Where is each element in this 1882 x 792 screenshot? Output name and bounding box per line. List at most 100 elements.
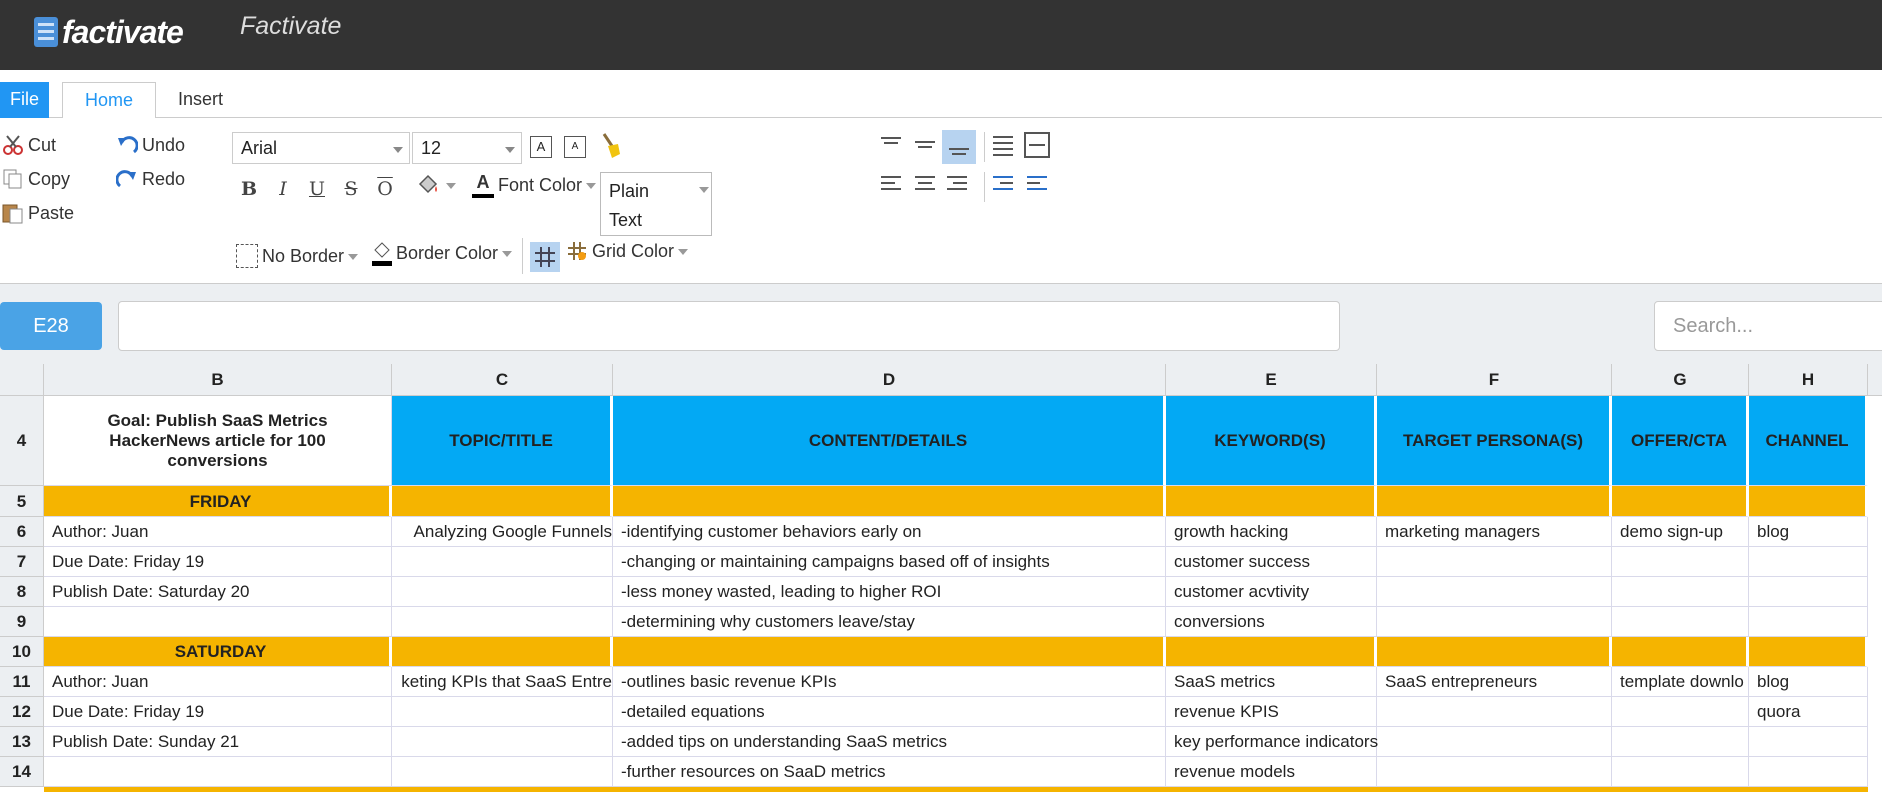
column-header-c[interactable]: C [392, 364, 613, 396]
cell-reference-button[interactable]: E28 [0, 302, 102, 350]
cell-b12[interactable]: Due Date: Friday 19 [44, 697, 392, 727]
cell-b8[interactable]: Publish Date: Saturday 20 [44, 577, 392, 607]
cell-h14[interactable] [1749, 757, 1868, 787]
row-header-11[interactable]: 11 [0, 667, 44, 697]
cell-f11[interactable]: SaaS entrepreneurs [1377, 667, 1612, 697]
tab-home[interactable]: Home [62, 82, 157, 119]
merge-cells-icon[interactable] [1024, 132, 1050, 158]
formula-input[interactable] [118, 301, 1340, 351]
column-header-g[interactable]: G [1612, 364, 1749, 396]
undo-button[interactable]: Undo [116, 134, 185, 156]
column-header-f[interactable]: F [1377, 364, 1612, 396]
cell-g9[interactable] [1612, 607, 1749, 637]
underline-button[interactable]: U [304, 176, 330, 202]
border-style-button[interactable]: No Border [236, 244, 359, 268]
cell-f4[interactable]: TARGET PERSONA(S) [1377, 396, 1612, 486]
cell-g8[interactable] [1612, 577, 1749, 607]
cell-d9[interactable]: -determining why customers leave/stay [613, 607, 1166, 637]
column-header-e[interactable]: E [1166, 364, 1377, 396]
decrease-font-icon[interactable]: A [564, 136, 586, 158]
cell-g11[interactable]: template downlo [1612, 667, 1749, 697]
column-header-h[interactable]: H [1749, 364, 1868, 396]
cell-b4[interactable]: Goal: Publish SaaS Metrics HackerNews ar… [44, 396, 392, 486]
cell-h9[interactable] [1749, 607, 1868, 637]
redo-button[interactable]: Redo [115, 168, 185, 190]
cell-d6[interactable]: -identifying customer behaviors early on [613, 517, 1166, 547]
cell-g5[interactable] [1612, 486, 1749, 517]
increase-font-icon[interactable]: A [530, 136, 552, 158]
cell-d12[interactable]: -detailed equations [613, 697, 1166, 727]
cell-e13[interactable]: key performance indicators [1166, 727, 1378, 757]
column-header-d[interactable]: D [613, 364, 1166, 396]
increase-indent-icon[interactable] [1024, 172, 1050, 198]
cell-e14[interactable]: revenue models [1166, 757, 1377, 787]
cell-c14[interactable] [392, 757, 613, 787]
gridlines-toggle[interactable] [530, 242, 560, 272]
cell-c8[interactable] [392, 577, 613, 607]
row-header-13[interactable]: 13 [0, 727, 44, 757]
cell-f13[interactable] [1377, 727, 1612, 757]
font-family-select[interactable]: Arial [232, 132, 410, 164]
cell-e5[interactable] [1166, 486, 1377, 517]
cell-d4[interactable]: CONTENT/DETAILS [613, 396, 1166, 486]
cell-d10[interactable] [613, 637, 1166, 667]
cell-h8[interactable] [1749, 577, 1868, 607]
search-input[interactable]: Search... [1654, 301, 1882, 351]
italic-button[interactable]: I [270, 176, 296, 202]
cell-b10[interactable]: SATURDAY [44, 637, 392, 667]
cell-f6[interactable]: marketing managers [1377, 517, 1612, 547]
row-header-14[interactable]: 14 [0, 757, 44, 787]
number-format-select[interactable]: Plain Text [600, 172, 712, 236]
column-header-b[interactable]: B [44, 364, 392, 396]
cell-e11[interactable]: SaaS metrics [1166, 667, 1377, 697]
row-header-6[interactable]: 6 [0, 517, 44, 547]
cut-button[interactable]: Cut [2, 134, 56, 156]
cell-b7[interactable]: Due Date: Friday 19 [44, 547, 392, 577]
grid-color-button[interactable]: Grid Color [566, 240, 689, 262]
cell-c13[interactable] [392, 727, 613, 757]
cell-e8[interactable]: customer acvtivity [1166, 577, 1377, 607]
font-size-select[interactable]: 12 [412, 132, 522, 164]
cell-h4[interactable]: CHANNEL [1749, 396, 1868, 486]
cell-g6[interactable]: demo sign-up [1612, 517, 1749, 547]
cell-f8[interactable] [1377, 577, 1612, 607]
select-all-corner[interactable] [0, 364, 44, 396]
cell-c5[interactable] [392, 486, 613, 517]
row-header-9[interactable]: 9 [0, 607, 44, 637]
cell-c12[interactable] [392, 697, 613, 727]
cell-g12[interactable] [1612, 697, 1749, 727]
font-color-button[interactable]: A Font Color [472, 172, 597, 198]
cell-g7[interactable] [1612, 547, 1749, 577]
row-header-12[interactable]: 12 [0, 697, 44, 727]
paste-button[interactable]: Paste [2, 202, 74, 224]
tab-insert[interactable]: Insert [156, 82, 245, 118]
row-header-7[interactable]: 7 [0, 547, 44, 577]
cell-b9[interactable] [44, 607, 392, 637]
tab-file[interactable]: File [0, 82, 50, 118]
cell-f7[interactable] [1377, 547, 1612, 577]
align-left-icon[interactable] [878, 172, 904, 198]
cell-h7[interactable] [1749, 547, 1868, 577]
cell-g10[interactable] [1612, 637, 1749, 667]
cell-f5[interactable] [1377, 486, 1612, 517]
cell-c11[interactable]: keting KPIs that SaaS Entre [392, 667, 613, 697]
fill-color-button[interactable] [416, 174, 456, 196]
cell-e10[interactable] [1166, 637, 1377, 667]
row-header-4[interactable]: 4 [0, 396, 44, 486]
cell-d5[interactable] [613, 486, 1166, 517]
copy-button[interactable]: Copy [2, 168, 70, 190]
cell-g4[interactable]: OFFER/CTA [1612, 396, 1749, 486]
cell-c4[interactable]: TOPIC/TITLE [392, 396, 613, 486]
row-header-10[interactable]: 10 [0, 637, 44, 667]
cell-b5[interactable]: FRIDAY [44, 486, 392, 517]
align-top-icon[interactable] [878, 132, 904, 158]
cell-h12[interactable]: quora [1749, 697, 1868, 727]
overline-button[interactable]: O [372, 176, 398, 202]
cell-b11[interactable]: Author: Juan [44, 667, 392, 697]
format-painter-icon[interactable] [598, 132, 622, 160]
align-center-icon[interactable] [912, 172, 938, 198]
cell-e7[interactable]: customer success [1166, 547, 1377, 577]
cell-e6[interactable]: growth hacking [1166, 517, 1377, 547]
cell-h5[interactable] [1749, 486, 1868, 517]
cell-d8[interactable]: -less money wasted, leading to higher RO… [613, 577, 1166, 607]
